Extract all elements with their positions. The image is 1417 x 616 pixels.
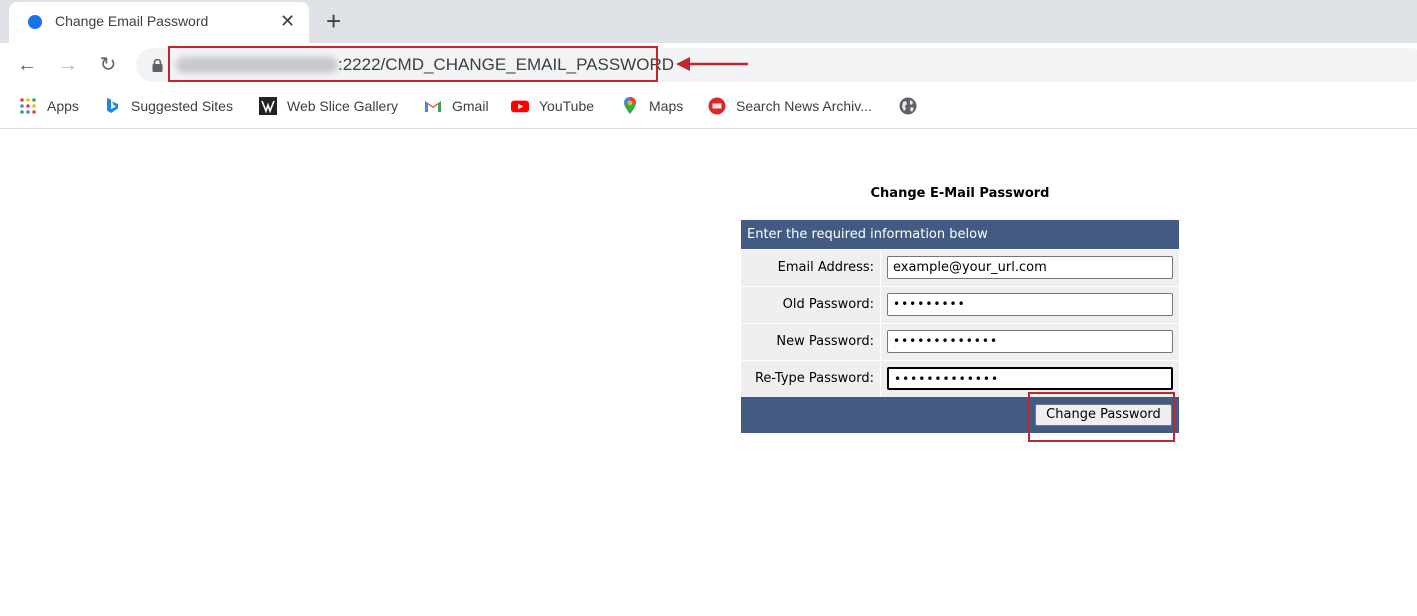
column-divider [880, 324, 881, 360]
new-password-field[interactable]: ••••••••••••• [887, 330, 1173, 353]
url-highlight-box [168, 46, 658, 82]
web-slice-icon [259, 97, 277, 115]
news-archive-icon [708, 97, 726, 115]
bookmark-label: Gmail [452, 98, 489, 114]
old-password-field[interactable]: ••••••••• [887, 293, 1173, 316]
retype-password-field[interactable]: ••••••••••••• [887, 367, 1173, 390]
youtube-icon [511, 100, 529, 113]
column-divider [880, 287, 881, 323]
new-password-row: New Password: ••••••••••••• [741, 323, 1179, 360]
gmail-icon [425, 101, 441, 112]
email-address-field[interactable]: example@your_url.com [887, 256, 1173, 279]
bookmark-label: Search News Archiv... [736, 98, 872, 114]
new-password-label: New Password: [776, 334, 874, 349]
tab-favicon-icon [28, 15, 42, 29]
email-address-label: Email Address: [777, 260, 874, 275]
form-title: Change E-Mail Password [870, 186, 1050, 201]
maps-icon [624, 97, 636, 114]
column-divider [880, 250, 881, 286]
bookmark-label: Suggested Sites [131, 98, 233, 114]
bing-icon [107, 98, 118, 113]
tab-strip: Change Email Password ✕ + [0, 0, 1417, 43]
bookmark-label: Apps [47, 98, 79, 114]
bookmarks-bar: Apps Suggested Sites Web Slice Gallery G… [0, 86, 1417, 129]
old-password-row: Old Password: ••••••••• [741, 286, 1179, 323]
apps-grid-icon [20, 98, 36, 114]
column-divider [880, 361, 881, 397]
retype-password-label: Re-Type Password: [754, 371, 874, 386]
bookmark-label: Web Slice Gallery [287, 98, 399, 114]
close-tab-icon[interactable]: ✕ [280, 10, 295, 32]
lock-icon [152, 59, 163, 72]
bookmark-label: YouTube [539, 98, 595, 114]
form-header: Enter the required information below [741, 220, 1179, 249]
forward-button[interactable]: → [55, 52, 81, 78]
tab-title: Change Email Password [55, 13, 209, 29]
old-password-label: Old Password: [782, 297, 874, 312]
bookmark-label: Maps [649, 98, 684, 114]
browser-tab[interactable]: Change Email Password ✕ [9, 2, 309, 43]
button-highlight-box [1028, 392, 1175, 442]
red-arrow-annotation [676, 57, 748, 71]
new-tab-button[interactable]: + [326, 6, 341, 36]
globe-icon[interactable] [899, 97, 917, 115]
reload-button[interactable]: ↻ [95, 52, 121, 78]
back-button[interactable]: ← [14, 52, 40, 78]
email-address-row: Email Address: example@your_url.com [741, 249, 1179, 286]
